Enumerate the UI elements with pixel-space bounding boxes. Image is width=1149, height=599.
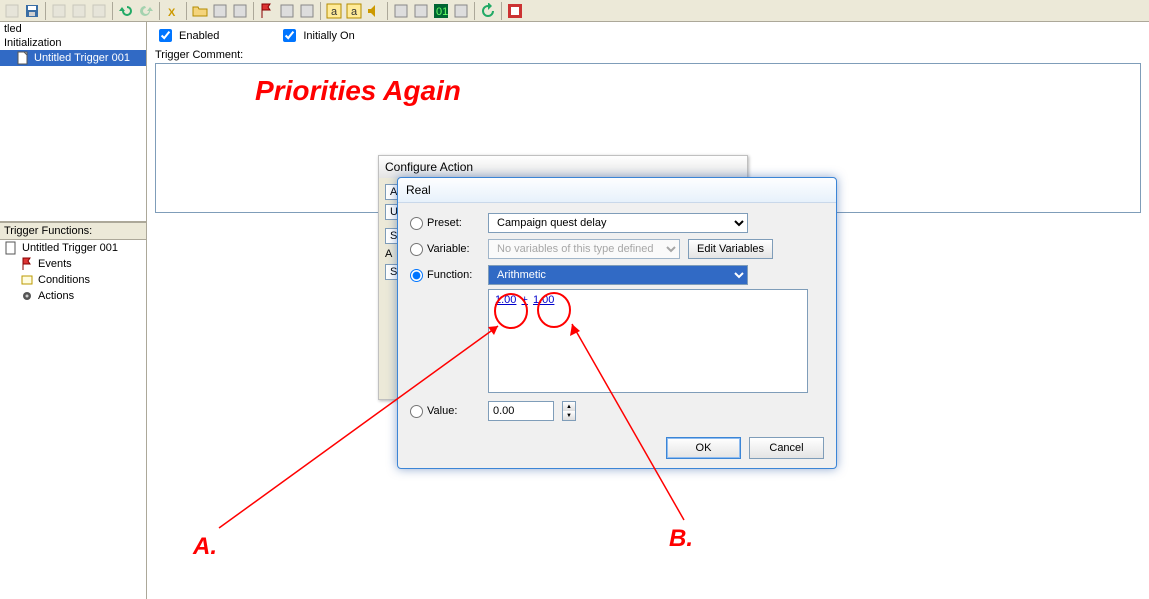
event-list-icon[interactable] xyxy=(277,1,297,21)
copy-icon xyxy=(69,1,89,21)
toolbar: Xa a 01 xyxy=(0,0,1149,22)
events-node[interactable]: Events xyxy=(0,256,146,272)
variable-radio[interactable] xyxy=(410,243,423,256)
conditions-node[interactable]: Conditions xyxy=(0,272,146,288)
map-label: tled xyxy=(4,23,22,35)
svg-text:a: a xyxy=(331,6,338,18)
actions-label: Actions xyxy=(38,290,74,302)
operand-a-link[interactable]: 1.00 xyxy=(495,294,516,306)
page-icon xyxy=(4,241,18,255)
box-icon[interactable] xyxy=(451,1,471,21)
owl-icon[interactable] xyxy=(391,1,411,21)
trigger-functions-label: Trigger Functions: xyxy=(0,222,146,240)
spinner-up[interactable]: ▲ xyxy=(563,402,575,411)
trigger-tree[interactable]: tled Initialization Untitled Trigger 001 xyxy=(0,22,146,222)
sound-icon[interactable] xyxy=(364,1,384,21)
enabled-text: Enabled xyxy=(179,30,219,42)
initially-on-checkbox-label[interactable]: Initially On xyxy=(279,26,354,45)
preset-radio[interactable] xyxy=(410,217,423,230)
trigger-name-label: Untitled Trigger 001 xyxy=(34,52,130,64)
tree-root[interactable]: tled xyxy=(0,22,146,36)
function-row: Function: Arithmetic xyxy=(410,265,824,285)
tree-folder[interactable]: Initialization xyxy=(0,36,146,50)
value-spinner[interactable]: ▲ ▼ xyxy=(562,401,576,421)
bold-x-icon[interactable]: X xyxy=(163,1,183,21)
tree-trigger-item[interactable]: Untitled Trigger 001 xyxy=(0,50,146,66)
configure-action-title: Configure Action xyxy=(379,156,747,178)
enabled-checkbox[interactable] xyxy=(159,29,172,42)
preset-row: Preset: Campaign quest delay xyxy=(410,213,824,233)
initially-on-text: Initially On xyxy=(303,30,354,42)
initially-on-checkbox[interactable] xyxy=(283,29,296,42)
new-comment-icon[interactable] xyxy=(230,1,250,21)
gear-icon xyxy=(20,289,34,303)
highlight-a-icon[interactable]: a xyxy=(344,1,364,21)
operand-b-link[interactable]: 1.00 xyxy=(533,294,554,306)
svg-text:01: 01 xyxy=(436,6,448,18)
variable-select: No variables of this type defined xyxy=(488,239,680,259)
flag-icon[interactable] xyxy=(257,1,277,21)
folder-label: Initialization xyxy=(4,37,61,49)
save-icon[interactable] xyxy=(22,1,42,21)
real-dialog: Real Preset: Campaign quest delay Variab… xyxy=(397,177,837,469)
exit-icon[interactable] xyxy=(505,1,525,21)
left-column: tled Initialization Untitled Trigger 001… xyxy=(0,22,147,599)
enabled-checkbox-label[interactable]: Enabled xyxy=(155,26,219,45)
scroll-icon xyxy=(20,273,34,287)
camera-icon[interactable] xyxy=(411,1,431,21)
edit-variables-button[interactable]: Edit Variables xyxy=(688,239,773,259)
value-label: Value: xyxy=(427,405,457,417)
flag-icon xyxy=(20,257,34,271)
trigger-functions-tree[interactable]: Untitled Trigger 001 Events Conditions A… xyxy=(0,240,146,599)
events-label: Events xyxy=(38,258,72,270)
test-map-icon[interactable]: a xyxy=(324,1,344,21)
svg-text:X: X xyxy=(168,7,176,19)
matrix-icon[interactable]: 01 xyxy=(431,1,451,21)
functions-root-label: Untitled Trigger 001 xyxy=(22,242,118,254)
preset-select[interactable]: Campaign quest delay xyxy=(488,213,748,233)
cut-icon xyxy=(49,1,69,21)
paste-icon xyxy=(89,1,109,21)
spinner-down[interactable]: ▼ xyxy=(563,411,575,420)
svg-text:a: a xyxy=(351,6,358,18)
value-radio[interactable] xyxy=(410,405,423,418)
function-select[interactable]: Arithmetic xyxy=(488,265,748,285)
operator-link[interactable]: + xyxy=(519,294,529,306)
actions-node[interactable]: Actions xyxy=(0,288,146,304)
undo-icon[interactable] xyxy=(116,1,136,21)
page-icon xyxy=(16,51,30,65)
function-label: Function: xyxy=(427,269,472,281)
folder-icon[interactable] xyxy=(190,1,210,21)
value-input[interactable] xyxy=(488,401,554,421)
functions-root[interactable]: Untitled Trigger 001 xyxy=(0,240,146,256)
trigger-comment-label: Trigger Comment: xyxy=(155,49,1141,61)
variable-label: Variable: xyxy=(427,243,470,255)
variable-row: Variable: No variables of this type defi… xyxy=(410,239,824,259)
expression-box: 1.00 + 1.00 xyxy=(488,289,808,393)
real-dialog-title[interactable]: Real xyxy=(398,178,836,203)
ok-button[interactable]: OK xyxy=(666,437,741,459)
value-row: Value: ▲ ▼ xyxy=(410,401,824,421)
new-icon xyxy=(2,1,22,21)
cancel-button[interactable]: Cancel xyxy=(749,437,824,459)
new-trigger-icon[interactable] xyxy=(210,1,230,21)
refresh-icon[interactable] xyxy=(478,1,498,21)
function-radio[interactable] xyxy=(410,269,423,282)
redo-icon xyxy=(136,1,156,21)
conditions-label: Conditions xyxy=(38,274,90,286)
action-list-icon[interactable] xyxy=(297,1,317,21)
preset-label: Preset: xyxy=(427,217,462,229)
